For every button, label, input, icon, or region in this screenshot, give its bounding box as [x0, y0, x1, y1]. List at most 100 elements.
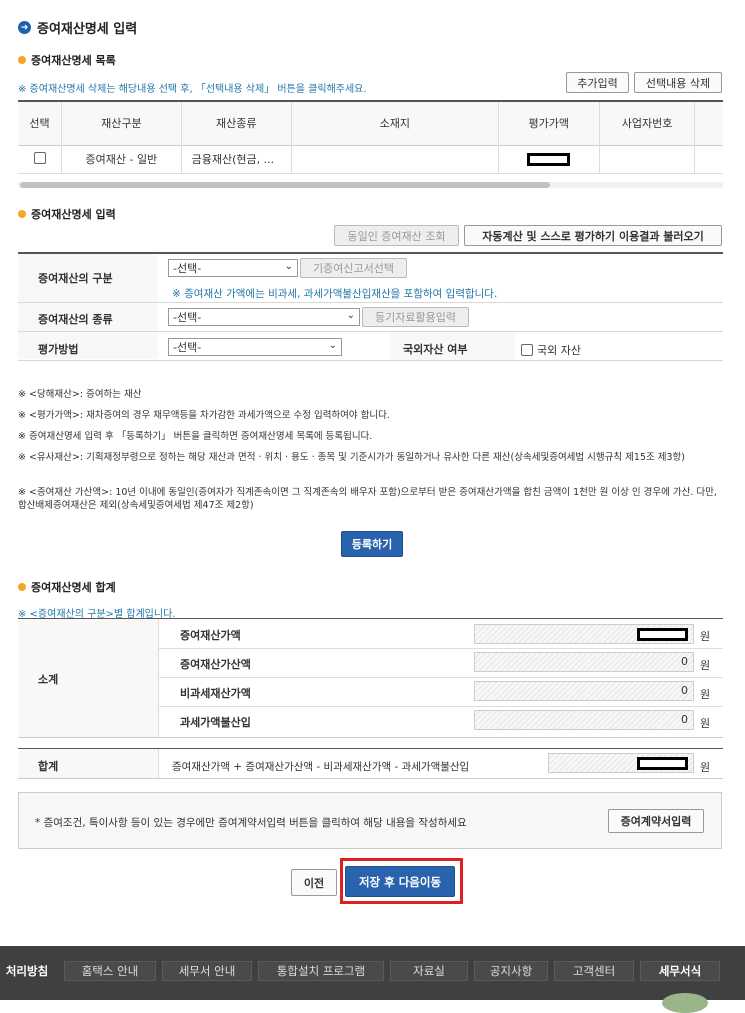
divider	[18, 360, 723, 361]
prev-report-select-button[interactable]: 기증여신고서선택	[300, 258, 407, 278]
col-header: 소재지	[290, 101, 499, 145]
redacted-value	[637, 627, 688, 641]
input-section-title: 증여재산명세 입력	[18, 206, 116, 222]
divider	[158, 648, 723, 649]
sum-row-label: 비과세재산가액	[180, 687, 251, 700]
note-item: ※ <평가가액>: 재차증여의 경우 채무액등을 차가감한 과세가액으로 수정 …	[18, 410, 390, 421]
unit-label: 원	[700, 630, 711, 643]
horizontal-scrollbar-thumb[interactable]	[20, 182, 550, 188]
add-entry-button[interactable]: 추가입력	[566, 72, 629, 93]
row-location	[290, 145, 499, 173]
redacted-value	[637, 756, 688, 770]
col-header: 재산구분	[61, 101, 182, 145]
horizontal-scrollbar-track[interactable]	[18, 182, 723, 188]
note-item: ※ <유사재산>: 기획재정부령으로 정하는 해당 재산과 면적 · 위치 · …	[18, 452, 685, 463]
non-taxable-value-field: 0	[474, 681, 694, 701]
note-item: ※ <당해재산>: 증여하는 재산	[18, 389, 142, 400]
list-table-header: 선택 재산구분 재산종류 소재지 평가가액 사업자번호 상호	[18, 101, 723, 145]
same-person-lookup-button[interactable]: 동일인 증여재산 조회	[334, 225, 459, 246]
col-header: 사업자번호	[598, 101, 695, 145]
redacted-value	[527, 152, 571, 166]
subtotal-label: 소계	[38, 673, 59, 686]
col-header: 선택	[29, 117, 50, 131]
row-category: 증여재산 - 일반	[61, 145, 182, 173]
bullet-icon	[18, 56, 26, 64]
save-next-button[interactable]: 저장 후 다음이동	[345, 866, 455, 897]
foreign-asset-label: 국외 자산	[537, 344, 581, 357]
registry-data-button[interactable]: 등기자료활용입력	[362, 307, 469, 327]
added-value-field: 0	[474, 652, 694, 672]
emblem-icon	[662, 993, 708, 1013]
foreign-asset-option[interactable]: 국외 자산	[521, 342, 581, 358]
row-type: 금융재산(현금, ...	[180, 145, 292, 173]
contract-info-text: * 증여조건, 특이사항 등이 있는 경우에만 증여계약서입력 버튼을 클릭하여…	[35, 817, 467, 829]
total-label: 합계	[38, 760, 59, 773]
footer-link-forms[interactable]: 세무서식	[640, 961, 720, 981]
type-label: 증여재산의 종류	[38, 313, 113, 326]
divider	[18, 302, 723, 303]
bullet-icon	[18, 210, 26, 218]
note-item: ※ <증여재산 가산액>: 10년 이내에 동일인(증여자가 직계존속이면 그 …	[18, 487, 717, 511]
category-label: 증여재산의 구분	[38, 272, 113, 285]
note-item: ※ 증여재산명세 입력 후 「등록하기」 버튼을 클릭하면 증여재산명세 목록에…	[18, 431, 373, 442]
unit-label: 원	[700, 688, 711, 701]
footer-link-notice[interactable]: 공지사항	[474, 961, 548, 981]
footer-link-support[interactable]: 고객센터	[554, 961, 634, 981]
gift-value-field	[474, 624, 694, 644]
foreign-asset-checkbox[interactable]	[521, 344, 533, 356]
list-delete-note: ※ 증여재산명세 삭제는 해당내용 선택 후, 「선택내용 삭제」 버튼을 클릭…	[18, 84, 367, 95]
bullet-icon	[18, 583, 26, 591]
row-value-cell	[497, 145, 600, 173]
col-header: 재산종류	[180, 101, 292, 145]
load-auto-calc-button[interactable]: 자동계산 및 스스로 평가하기 이용결과 불러오기	[464, 225, 722, 246]
delete-selected-button[interactable]: 선택내용 삭제	[634, 72, 722, 93]
row-company	[694, 145, 723, 173]
footer-link-privacy[interactable]: 처리방침	[0, 961, 58, 981]
input-section-title-text: 증여재산명세 입력	[31, 208, 116, 221]
unit-label: 원	[700, 717, 711, 730]
method-select[interactable]: -선택- ⌄	[168, 338, 342, 356]
unit-label: 원	[700, 761, 711, 774]
divider	[18, 778, 723, 779]
row-checkbox[interactable]	[33, 151, 46, 164]
col-header: 상호	[694, 101, 723, 145]
chevron-down-icon: ⌄	[284, 261, 293, 272]
footer-link-hometax[interactable]: 홈택스 안내	[64, 961, 156, 981]
category-note: ※ 증여재산 가액에는 비과세, 과세가액불산입재산을 포함하여 입력합니다.	[172, 288, 498, 300]
total-value-field	[548, 753, 694, 773]
sum-row-label: 증여재산가액	[180, 629, 241, 642]
type-select-value: -선택-	[173, 311, 202, 324]
type-select[interactable]: -선택- ⌄	[168, 308, 360, 326]
table-row[interactable]: 증여재산 - 일반 금융재산(현금, ...	[18, 145, 723, 173]
register-button[interactable]: 등록하기	[341, 531, 403, 557]
list-section-title-text: 증여재산명세 목록	[31, 54, 116, 67]
divider	[158, 677, 723, 678]
page-title-text: 증여재산명세 입력	[37, 22, 138, 37]
sum-row-label: 과세가액불산입	[180, 716, 251, 729]
chevron-down-icon: ⌄	[328, 340, 337, 351]
contract-input-button[interactable]: 증여계약서입력	[608, 809, 704, 833]
method-label: 평가방법	[38, 343, 79, 356]
col-header: 평가가액	[497, 101, 600, 145]
divider	[18, 331, 723, 332]
prev-button[interactable]: 이전	[291, 869, 337, 896]
sum-section-title-text: 증여재산명세 합계	[31, 581, 116, 594]
unit-label: 원	[700, 659, 711, 672]
list-table: 선택 재산구분 재산종류 소재지 평가가액 사업자번호 상호 증여재산 - 일반…	[18, 100, 723, 174]
divider	[18, 737, 723, 738]
method-select-value: -선택-	[173, 341, 202, 354]
page-title: ➜ 증여재산명세 입력	[18, 18, 137, 37]
row-biz-no	[598, 145, 695, 173]
total-formula: 증여재산가액 + 증여재산가산액 - 비과세재산가액 - 과세가액불산입	[172, 761, 470, 773]
list-section-title: 증여재산명세 목록	[18, 52, 116, 68]
footer-link-taxoffice[interactable]: 세무서 안내	[162, 961, 252, 981]
contract-info-box: * 증여조건, 특이사항 등이 있는 경우에만 증여계약서입력 버튼을 클릭하여…	[18, 792, 722, 849]
footer-link-library[interactable]: 자료실	[390, 961, 468, 981]
row-select-cell	[18, 145, 62, 173]
footer-link-install[interactable]: 통합설치 프로그램	[258, 961, 384, 981]
sum-row-label: 증여재산가산액	[180, 658, 251, 671]
category-select[interactable]: -선택- ⌄	[168, 259, 298, 277]
divider	[158, 706, 723, 707]
category-select-value: -선택-	[173, 262, 202, 275]
list-table-scroll: 선택 재산구분 재산종류 소재지 평가가액 사업자번호 상호 증여재산 - 일반…	[18, 100, 723, 190]
